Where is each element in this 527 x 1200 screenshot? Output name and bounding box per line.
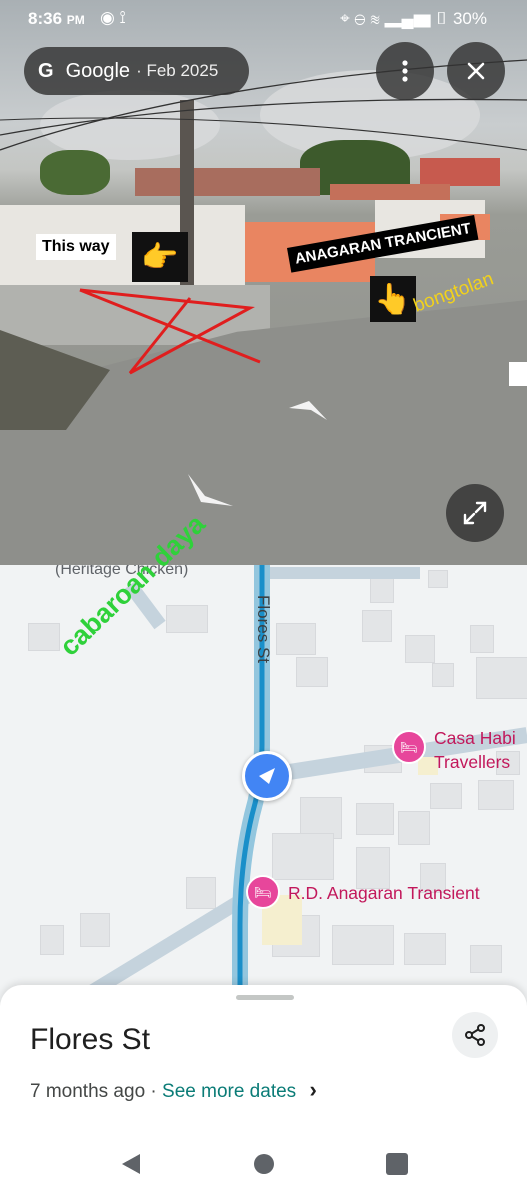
share-button[interactable] (452, 1012, 498, 1058)
close-button[interactable] (447, 42, 505, 100)
move-forward-chevron-icon[interactable] (287, 398, 329, 424)
expand-button[interactable] (446, 484, 504, 542)
back-triangle-icon[interactable] (120, 1152, 142, 1176)
brand-name: Google (65, 59, 131, 82)
poi-casa-habi-line1[interactable]: Casa Habi (434, 728, 516, 749)
google-g-icon: G (38, 59, 54, 82)
hotel-pin-icon[interactable]: 🛏 (246, 875, 280, 909)
status-right-icons: ⌖ ⊖ ≋ ▂▄▆ ▯ 30% (340, 9, 487, 28)
pointing-up-hand-icon: 👆 (370, 276, 416, 322)
status-bar: 8:36 PM ◉ ⟟ ⌖ ⊖ ≋ ▂▄▆ ▯ 30% (0, 0, 527, 36)
direction-arrow-icon (259, 768, 275, 784)
home-circle-icon[interactable] (254, 1154, 274, 1174)
recents-square-icon[interactable] (386, 1153, 408, 1175)
expand-icon (463, 501, 487, 525)
red-arrow-annotation (79, 288, 261, 375)
bottom-sheet[interactable]: Flores St 7 months ago · See more dates … (0, 985, 527, 1200)
pointing-hand-icon: 👉 (132, 232, 188, 282)
poi-casa-habi-line2[interactable]: Travellers (434, 752, 510, 773)
drag-handle[interactable] (236, 995, 294, 1000)
street-view-position-marker[interactable] (242, 751, 292, 801)
share-icon (465, 1024, 485, 1046)
date-line: 7 months ago · See more dates › (30, 1077, 317, 1103)
hotel-pin-icon[interactable]: 🛏 (392, 730, 426, 764)
status-app-icons: ◉ ⟟ (100, 8, 126, 27)
separator-dot: · (150, 1081, 157, 1102)
status-time: 8:36 PM (28, 9, 85, 28)
capture-age: 7 months ago (30, 1081, 146, 1102)
street-view-source-pill[interactable]: G Google · Feb 2025 (24, 47, 249, 95)
place-title: Flores St (30, 1023, 151, 1056)
chevron-right-icon[interactable]: › (309, 1077, 316, 1102)
this-way-label: This way (36, 234, 116, 260)
street-view-panel[interactable]: This way 👉 ANAGARAN TRANCIENT 👆 bongtola… (0, 0, 527, 565)
see-more-dates-link[interactable]: See more dates (162, 1081, 296, 1102)
side-marker-icon[interactable] (509, 362, 527, 386)
move-back-chevron-icon[interactable] (183, 472, 235, 510)
street-label: Flores St (254, 595, 273, 664)
close-icon (467, 62, 485, 80)
more-options-button[interactable] (376, 42, 434, 100)
more-vertical-icon (402, 60, 408, 82)
system-nav-bar (0, 1130, 527, 1200)
capture-date: · Feb 2025 (136, 61, 219, 80)
poi-rd-anagaran[interactable]: R.D. Anagaran Transient (288, 883, 480, 904)
